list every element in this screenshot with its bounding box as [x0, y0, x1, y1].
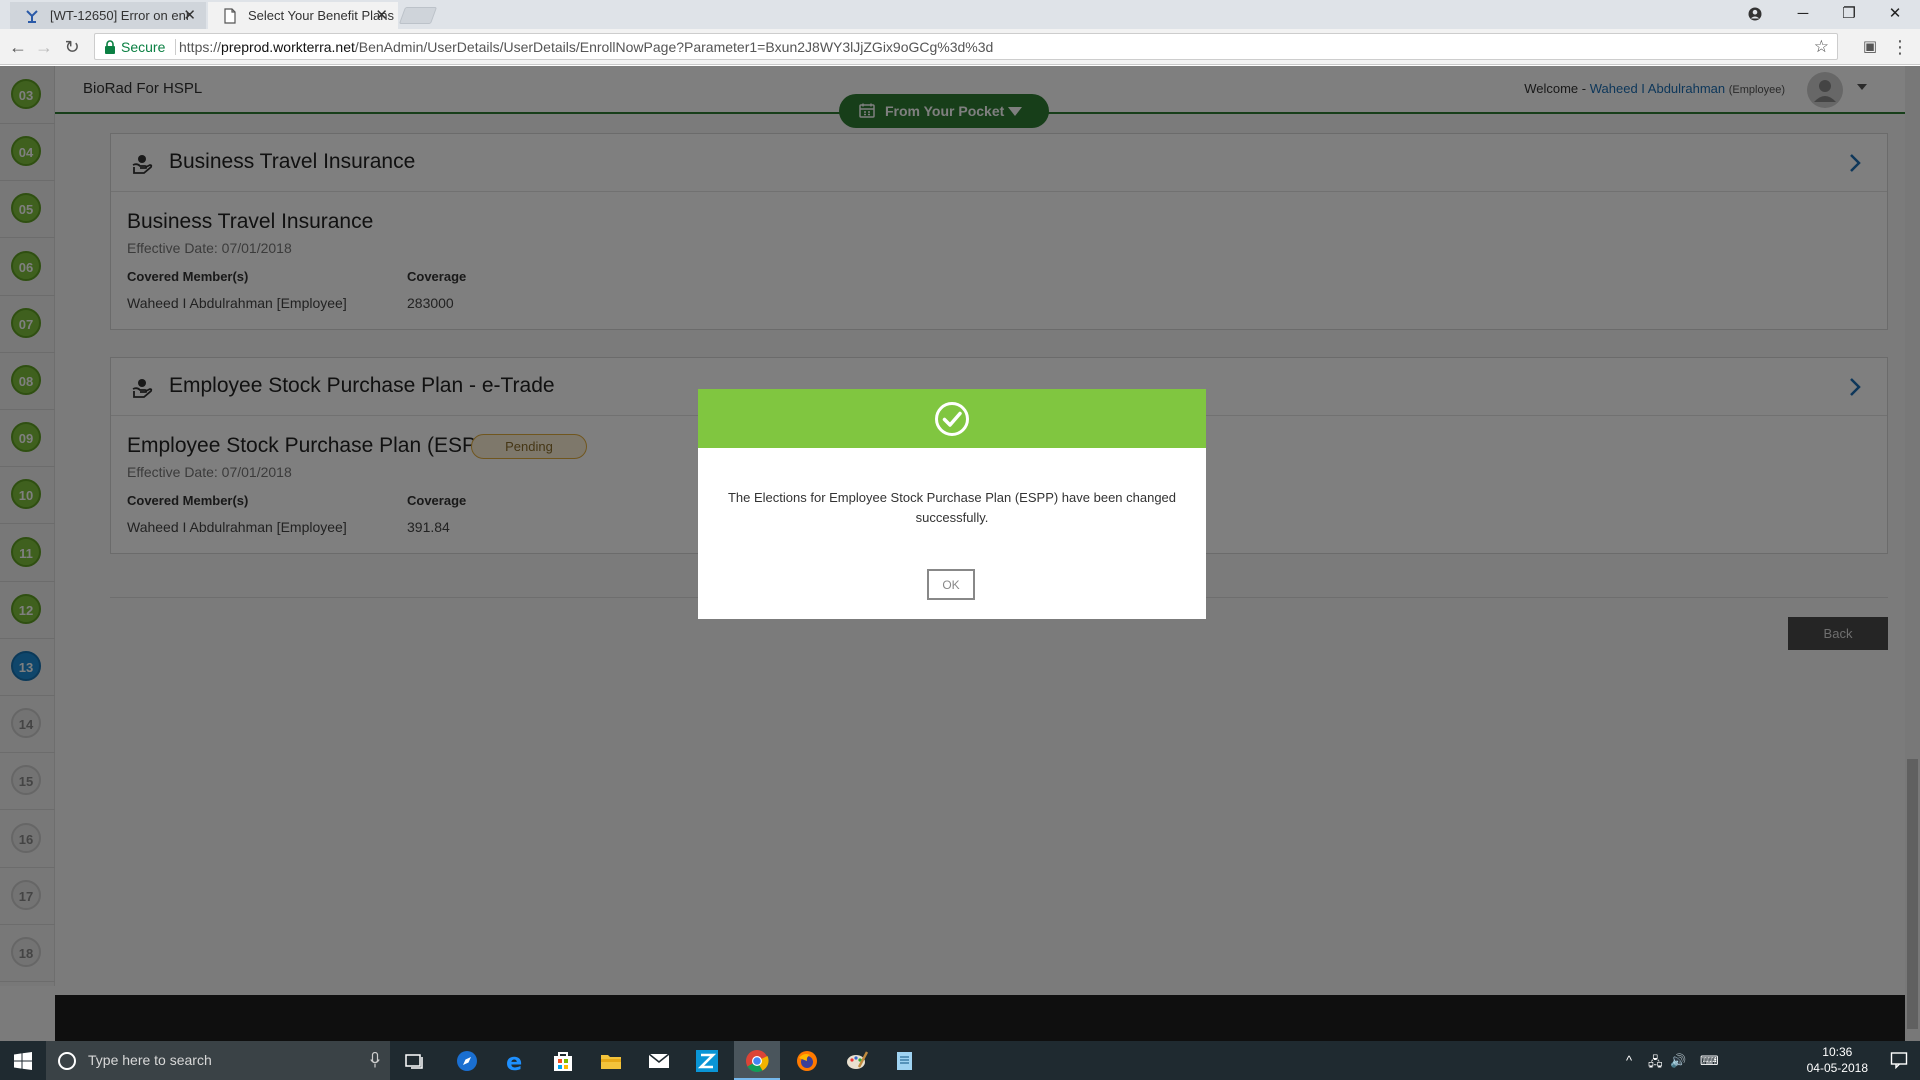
edge-browser-icon: e	[506, 1049, 522, 1073]
url-path: /BenAdmin/UserDetails/UserDetails/Enroll…	[354, 39, 994, 55]
check-circle-icon	[935, 402, 969, 436]
network-icon[interactable]: 🖧	[1648, 1053, 1663, 1075]
address-bar[interactable]: Secure https://preprod.workterra.net/Ben…	[94, 33, 1838, 60]
close-icon[interactable]: ✕	[375, 2, 388, 29]
minimize-icon[interactable]: ─	[1780, 0, 1826, 29]
volume-icon[interactable]: 🔊	[1670, 1053, 1686, 1069]
system-clock[interactable]: 10:36 04-05-2018	[1807, 1044, 1868, 1076]
clock-time: 10:36	[1822, 1045, 1853, 1059]
taskbar-app-chrome[interactable]	[734, 1041, 780, 1080]
svg-text:e: e	[506, 1049, 522, 1073]
extension-icon[interactable]: ▣	[1858, 35, 1882, 59]
new-tab-button[interactable]	[398, 7, 438, 24]
taskbar-app-firefox[interactable]	[784, 1041, 830, 1080]
url-separator	[175, 39, 176, 55]
task-view-button[interactable]	[392, 1041, 438, 1080]
profile-icon[interactable]	[1732, 0, 1778, 29]
document-icon	[224, 8, 236, 24]
secure-label: Secure	[121, 39, 166, 55]
taskbar-search-box[interactable]: Type here to search	[46, 1041, 390, 1080]
taskbar-app-store[interactable]	[540, 1041, 586, 1080]
windows-start-button[interactable]	[0, 1041, 46, 1080]
jira-icon	[26, 10, 38, 23]
taskbar-app-zoho[interactable]	[684, 1041, 730, 1080]
taskbar-app-mail[interactable]	[636, 1041, 682, 1080]
ok-button[interactable]: OK	[927, 569, 975, 600]
browser-tab-jira[interactable]: [WT-12650] Error on enr ✕	[10, 2, 206, 30]
folder-icon	[601, 1055, 621, 1069]
browser-toolbar: ← → ↻ Secure https://preprod.workterra.n…	[0, 29, 1920, 65]
paint-palette-icon	[847, 1051, 869, 1069]
url-text[interactable]: https://preprod.workterra.net/BenAdmin/U…	[179, 39, 993, 55]
z-app-icon	[696, 1050, 718, 1072]
windows-logo-icon	[14, 1052, 32, 1070]
back-arrow-icon[interactable]: ←	[6, 35, 30, 59]
tab-title: [WT-12650] Error on enr	[50, 8, 191, 23]
browser-tab-benefit-plans[interactable]: Select Your Benefit Plans ✕	[208, 2, 398, 30]
search-placeholder: Type here to search	[88, 1052, 212, 1068]
lock-icon	[105, 40, 115, 54]
chevron-up-icon[interactable]: ^	[1626, 1053, 1632, 1068]
microphone-icon[interactable]	[370, 1052, 380, 1068]
close-icon[interactable]: ✕	[183, 2, 196, 29]
mail-icon	[648, 1053, 670, 1068]
taskbar-app-notepad[interactable]	[882, 1041, 928, 1080]
browser-tab-bar: [WT-12650] Error on enr ✕ Select Your Be…	[0, 0, 1920, 30]
restore-icon[interactable]: ❐	[1826, 0, 1872, 29]
keyboard-icon[interactable]: ⌨	[1700, 1053, 1719, 1069]
success-dialog: The Elections for Employee Stock Purchas…	[698, 389, 1206, 619]
tab-title: Select Your Benefit Plans	[248, 8, 394, 23]
notepad-icon	[897, 1052, 912, 1070]
chrome-icon	[746, 1050, 769, 1072]
url-host: preprod.workterra.net	[221, 39, 355, 55]
firefox-icon	[797, 1051, 817, 1071]
action-center-icon[interactable]	[1890, 1051, 1908, 1069]
forward-arrow-icon[interactable]: →	[32, 35, 56, 59]
compass-icon	[457, 1051, 477, 1071]
bookmark-star-icon[interactable]: ☆	[1814, 37, 1829, 57]
taskbar-app-edge[interactable]: e	[492, 1041, 538, 1080]
taskbar-app-file-explorer[interactable]	[588, 1041, 634, 1080]
url-scheme: https://	[179, 39, 222, 55]
cortana-icon	[58, 1052, 76, 1070]
store-bag-icon	[554, 1052, 572, 1071]
window-close-icon[interactable]: ✕	[1872, 0, 1918, 29]
reload-icon[interactable]: ↻	[60, 35, 84, 59]
taskbar-app-paint[interactable]	[834, 1041, 880, 1080]
windows-taskbar: Type here to search e ^ 🖧 🔊 ⌨ 10:36 04-0…	[0, 1041, 1920, 1080]
menu-dots-icon[interactable]: ⋮	[1888, 35, 1912, 59]
task-view-icon	[405, 1054, 423, 1069]
taskbar-app-compass[interactable]	[444, 1041, 490, 1080]
dialog-message: The Elections for Employee Stock Purchas…	[727, 490, 1177, 525]
dialog-header	[698, 389, 1206, 448]
clock-date: 04-05-2018	[1806, 1061, 1868, 1075]
